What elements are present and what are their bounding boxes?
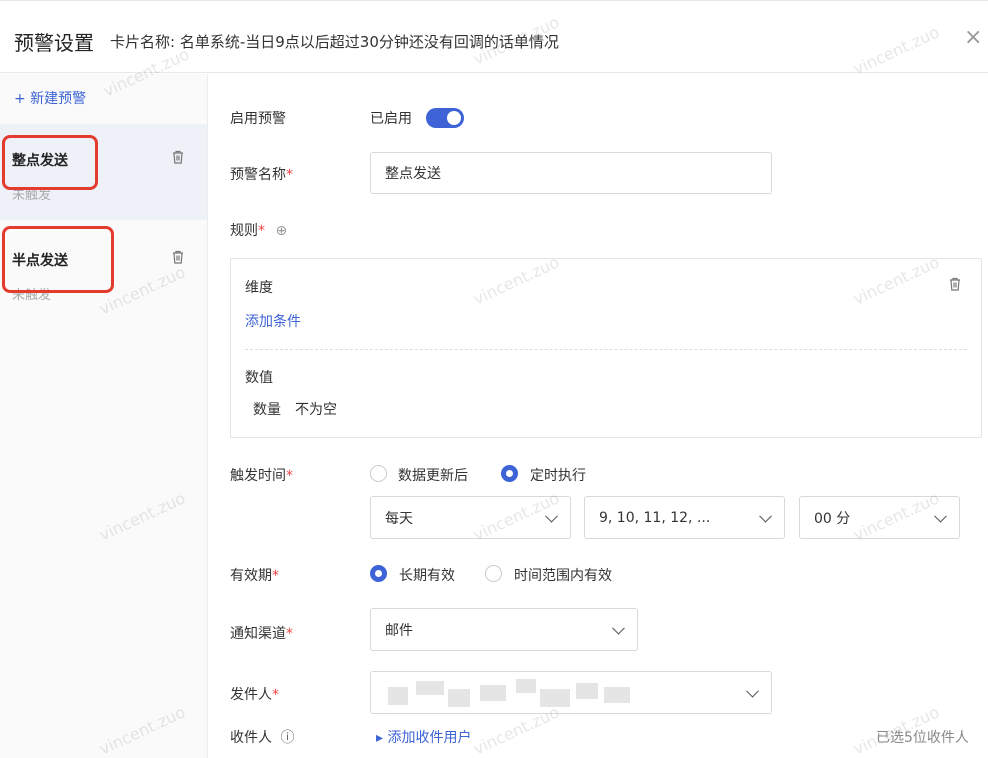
- trigger-radio-scheduled[interactable]: [501, 465, 518, 482]
- trash-icon[interactable]: [172, 250, 184, 268]
- info-icon[interactable]: ⓘ: [280, 730, 294, 746]
- rule-label: 规则* ⊕: [230, 223, 288, 239]
- new-alert-button[interactable]: + 新建预警: [14, 88, 86, 108]
- card-name: 卡片名称: 名单系统-当日9点以后超过30分钟还没有回调的话单情况: [110, 33, 559, 51]
- chevron-down-icon: [545, 509, 558, 523]
- alert-name-input[interactable]: 整点发送: [370, 152, 772, 194]
- validity-option-label: 时间范围内有效: [514, 568, 612, 584]
- validity-option-label: 长期有效: [399, 568, 455, 584]
- rule-box: 维度 添加条件 数值 数量 不为空: [230, 258, 982, 438]
- highlight-annotation: [2, 135, 98, 190]
- trigger-label: 触发时间*: [230, 468, 293, 484]
- alert-form: 启用预警 已启用 预警名称* 整点发送 规则* ⊕ 维度 添加条件 数值 数量 …: [208, 74, 988, 758]
- trigger-option-label: 定时执行: [530, 468, 586, 484]
- name-label: 预警名称*: [230, 167, 293, 183]
- frequency-value: 每天: [385, 510, 413, 527]
- frequency-select[interactable]: 每天: [370, 496, 571, 539]
- enable-label: 启用预警: [230, 111, 286, 127]
- add-recipient-link[interactable]: ▸ 添加收件用户: [376, 727, 471, 747]
- chevron-down-icon: [934, 509, 947, 523]
- validity-radio-long-term[interactable]: [370, 565, 387, 582]
- value-condition: 不为空: [295, 402, 337, 418]
- chevron-down-icon: [612, 621, 625, 635]
- recipient-label: 收件人 ⓘ: [230, 730, 295, 746]
- hour-value: 9, 10, 11, 12, ...: [599, 509, 711, 526]
- minute-value: 00 分: [814, 510, 851, 527]
- redacted-sender: [380, 677, 640, 713]
- enable-status: 已启用: [370, 111, 412, 127]
- dialog-title: 预警设置: [14, 31, 94, 55]
- add-rule-icon[interactable]: ⊕: [275, 223, 287, 239]
- hour-select[interactable]: 9, 10, 11, 12, ...: [584, 496, 785, 539]
- chevron-down-icon: [759, 509, 772, 523]
- add-condition-link[interactable]: 添加条件: [245, 311, 301, 331]
- close-icon[interactable]: ×: [964, 25, 982, 50]
- value-field: 数量: [253, 402, 281, 418]
- highlight-annotation: [2, 226, 114, 293]
- dimension-label: 维度: [245, 280, 273, 296]
- trigger-option-label: 数据更新后: [398, 468, 468, 484]
- minute-select[interactable]: 00 分: [799, 496, 960, 539]
- alert-settings-dialog: 预警设置 卡片名称: 名单系统-当日9点以后超过30分钟还没有回调的话单情况 ×…: [0, 0, 988, 758]
- trigger-radio-data-update[interactable]: [370, 465, 387, 482]
- validity-radio-range[interactable]: [485, 565, 502, 582]
- dialog-header: 预警设置 卡片名称: 名单系统-当日9点以后超过30分钟还没有回调的话单情况 ×: [0, 13, 988, 73]
- sender-label: 发件人*: [230, 687, 279, 703]
- validity-label: 有效期*: [230, 568, 279, 584]
- channel-value: 邮件: [385, 622, 413, 639]
- trash-icon[interactable]: [172, 150, 184, 168]
- enable-toggle[interactable]: [426, 108, 464, 128]
- value-label: 数值: [245, 370, 273, 386]
- chevron-down-icon: [746, 684, 759, 698]
- channel-label: 通知渠道*: [230, 626, 293, 642]
- recipient-count: 已选5位收件人: [876, 730, 969, 746]
- divider: [245, 349, 967, 350]
- channel-select[interactable]: 邮件: [370, 608, 638, 651]
- trash-icon[interactable]: [949, 277, 961, 295]
